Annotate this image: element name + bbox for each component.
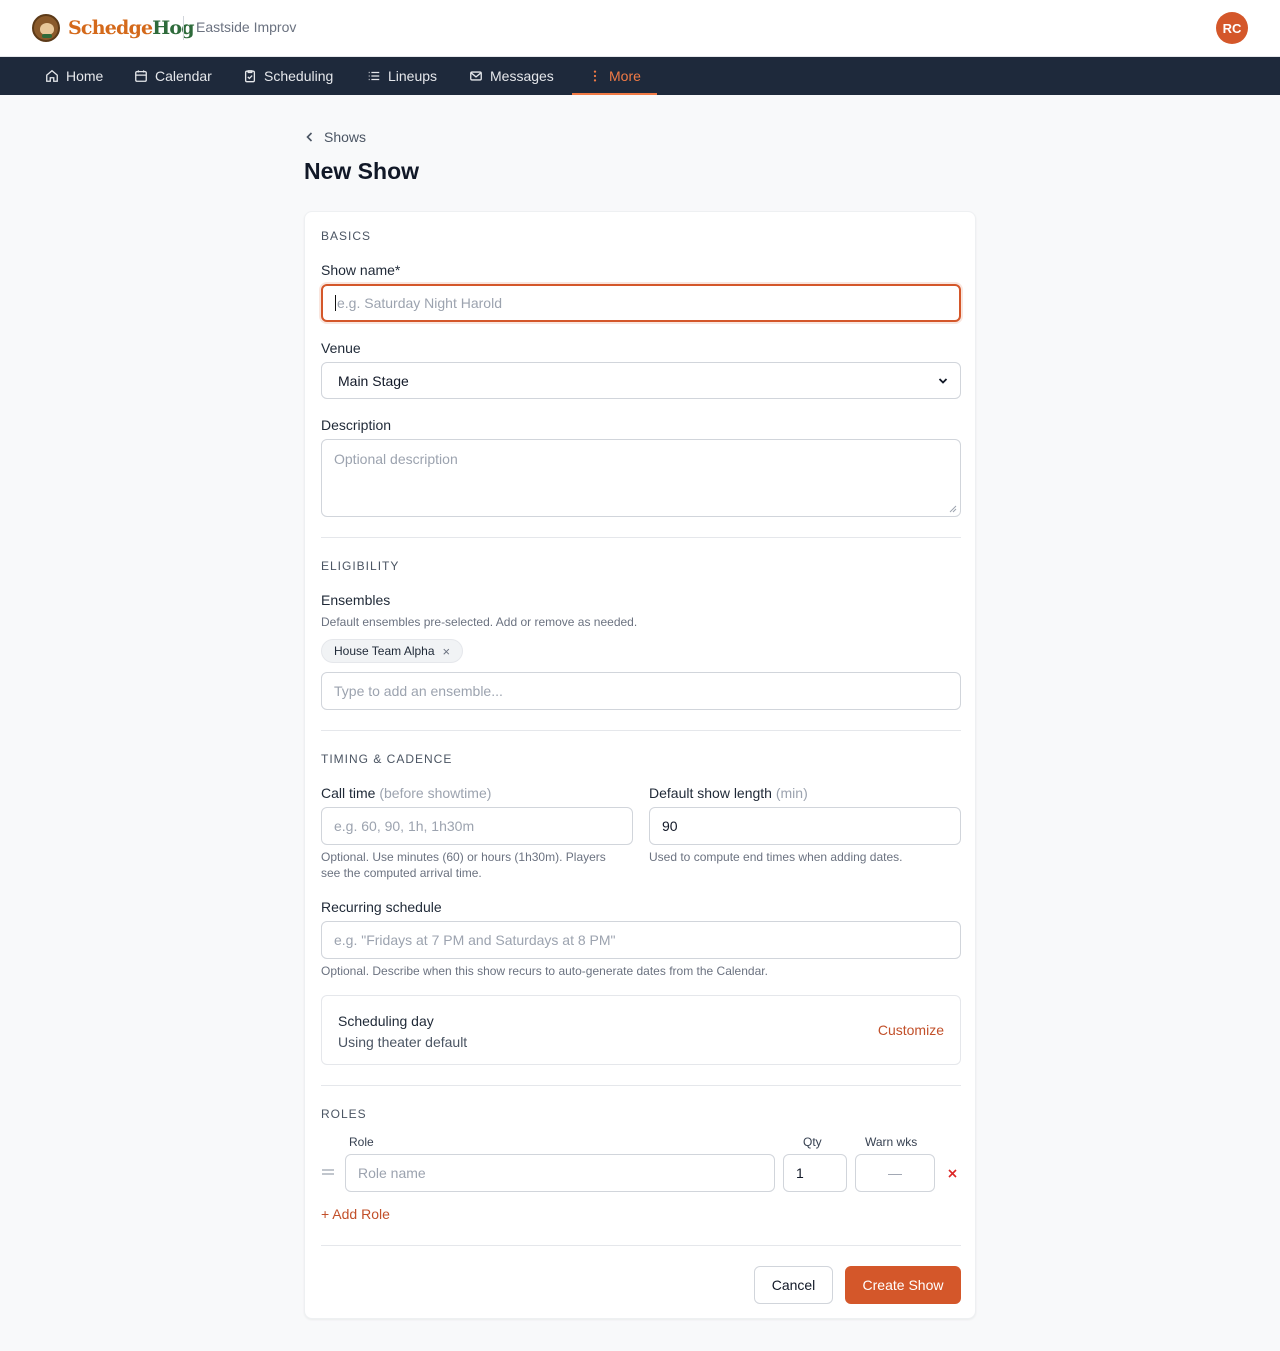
header-divider [183,16,184,40]
venue-label: Venue [321,340,361,356]
scheduling-day-panel: Scheduling day Using theater default Cus… [321,995,961,1065]
page-title: New Show [304,158,420,184]
drag-handle-icon[interactable] [322,1168,334,1176]
section-divider [321,537,961,538]
section-heading-timing: Timing & Cadence [321,752,453,766]
ensemble-search-input[interactable]: Type to add an ensemble... [321,672,961,710]
recurring-schedule-input[interactable]: e.g. "Fridays at 7 PM and Saturdays at 8… [321,921,961,959]
role-warn-weeks-input[interactable]: — [855,1154,935,1192]
ensembles-label: Ensembles [321,592,391,608]
qty-column-header: Qty [803,1135,822,1149]
section-divider [321,1245,961,1246]
cancel-button[interactable]: Cancel [754,1266,833,1304]
resize-handle-icon[interactable] [949,505,957,513]
nav-item-lineups[interactable]: Lineups [367,57,437,95]
warn-weeks-column-header: Warn wks [865,1135,918,1149]
back-to-shows-link[interactable]: Shows [304,128,366,146]
create-show-button[interactable]: Create Show [845,1266,961,1304]
remove-ensemble-icon[interactable]: × [443,644,451,659]
recurring-schedule-hint: Optional. Describe when this show recurs… [321,964,768,978]
role-qty-input[interactable]: 1 [783,1154,847,1192]
show-length-hint: Used to compute end times when adding da… [649,850,903,864]
text-caret [335,295,336,311]
show-name-label: Show name* [321,262,401,278]
nav-item-calendar[interactable]: Calendar [134,57,212,95]
logo[interactable]: SchedgeHog [32,13,195,43]
nav-item-messages[interactable]: Messages [469,57,554,95]
show-length-input[interactable]: 90 [649,807,961,845]
hedgehog-logo-icon [32,14,60,42]
section-divider [321,1085,961,1086]
section-heading-basics: Basics [321,229,372,243]
main-nav: Home Calendar Scheduling Lineups Message… [0,57,1280,95]
role-name-input[interactable]: Role name [345,1154,775,1192]
section-divider [321,730,961,731]
calendar-icon [135,70,147,82]
top-bar: SchedgeHog Eastside Improv RC [0,0,1280,57]
new-show-form: Basics Show name* e.g. Saturday Night Ha… [304,211,976,1319]
venue-select[interactable]: Main Stage [321,362,961,399]
scheduling-day-title: Scheduling day [338,1013,434,1029]
description-label: Description [321,417,392,433]
theater-name: Eastside Improv [196,19,297,35]
add-role-button[interactable]: + Add Role [321,1206,390,1222]
show-length-label: Default show length (min) [649,785,808,801]
chevron-left-icon [306,132,313,142]
customize-button[interactable]: Customize [878,1022,944,1038]
chevron-down-icon [938,378,948,384]
list-icon [368,71,380,81]
clipboard-check-icon [244,70,256,83]
nav-item-home[interactable]: Home [45,57,103,95]
section-heading-eligibility: Eligibility [321,559,400,573]
mail-icon [470,71,482,81]
scheduling-day-value: Using theater default [338,1034,468,1050]
nav-item-more[interactable]: More [572,57,657,95]
brand-name: SchedgeHog [68,17,195,39]
remove-role-icon[interactable] [948,1169,957,1178]
user-avatar[interactable]: RC [1216,12,1248,44]
home-icon [46,69,58,82]
call-time-input[interactable]: e.g. 60, 90, 1h, 1h30m [321,807,633,845]
recurring-schedule-label: Recurring schedule [321,899,442,915]
call-time-label: Call time (before showtime) [321,785,492,801]
show-name-input[interactable]: e.g. Saturday Night Harold [321,284,961,322]
description-textarea[interactable]: Optional description [321,439,961,517]
nav-item-scheduling[interactable]: Scheduling [243,57,333,95]
ensemble-chip: House Team Alpha × [321,639,464,663]
ensembles-hint: Default ensembles pre-selected. Add or r… [321,615,638,629]
role-column-header: Role [349,1135,374,1149]
call-time-hint: Optional. Use minutes (60) or hours (1h3… [321,850,606,880]
section-heading-roles: Roles [321,1107,367,1121]
more-vertical-icon [593,70,597,82]
